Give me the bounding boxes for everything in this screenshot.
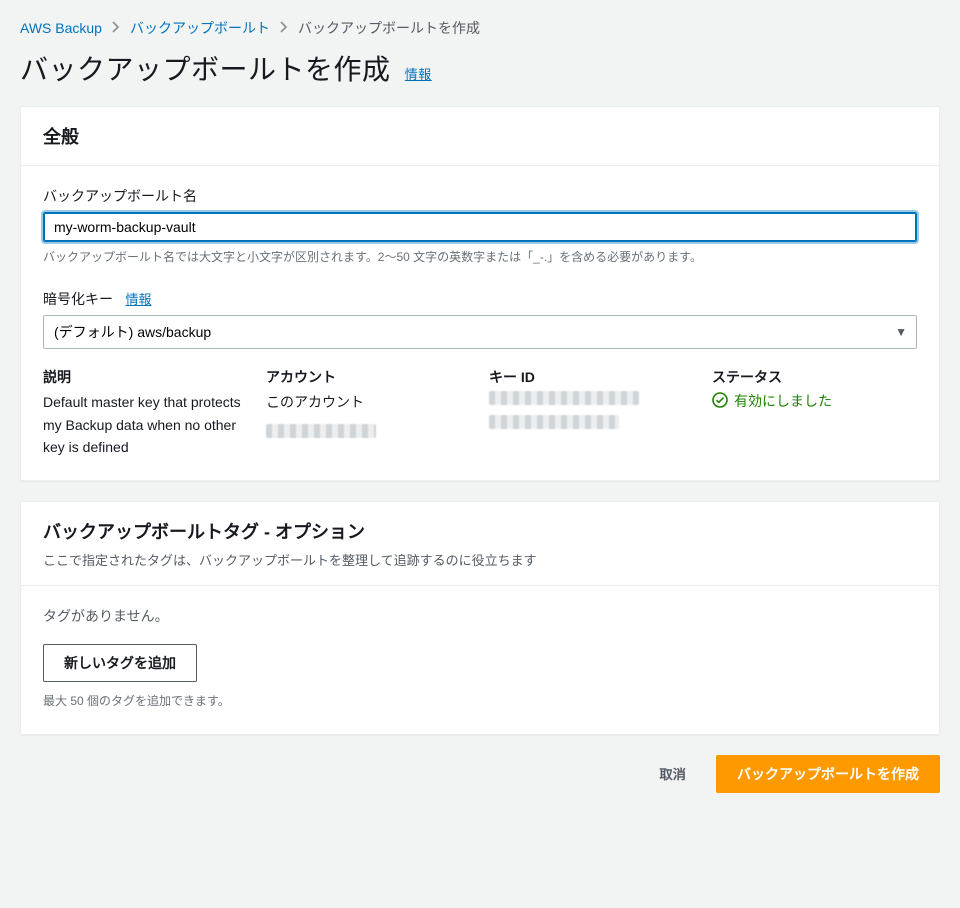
breadcrumb-link-aws-backup[interactable]: AWS Backup	[20, 20, 102, 36]
panel-tags-subtitle: ここで指定されたタグは、バックアップボールトを整理して追跡するのに役立ちます	[43, 550, 917, 569]
encryption-key-info-link[interactable]: 情報	[125, 292, 151, 307]
panel-general-body: バックアップボールト名 バックアップボールト名では大文字と小文字が区別されます。…	[21, 166, 939, 480]
kv-status: ステータス 有効にしました	[712, 367, 917, 458]
tags-limit-help: 最大 50 個のタグを追加できます。	[43, 692, 917, 711]
kv-description-label: 説明	[43, 367, 248, 387]
breadcrumb-current: バックアップボールトを作成	[298, 18, 480, 38]
page-actions: 取消 バックアップボールトを作成	[20, 755, 940, 793]
panel-tags-body: タグがありません。 新しいタグを追加 最大 50 個のタグを追加できます。	[21, 586, 939, 733]
tags-empty-text: タグがありません。	[43, 606, 917, 626]
key-details-grid: 説明 Default master key that protects my B…	[43, 367, 917, 458]
check-circle-icon	[712, 392, 728, 411]
chevron-right-icon	[280, 20, 288, 36]
page-title-text: バックアップボールトを作成	[20, 54, 391, 85]
add-tag-button[interactable]: 新しいタグを追加	[43, 644, 197, 682]
breadcrumb: AWS Backup バックアップボールト バックアップボールトを作成	[20, 18, 940, 38]
vault-name-help: バックアップボールト名では大文字と小文字が区別されます。2～50 文字の英数字ま…	[43, 248, 917, 267]
encryption-key-label: 暗号化キー	[43, 291, 113, 307]
vault-name-input[interactable]	[43, 212, 917, 242]
panel-tags-header: バックアップボールトタグ - オプション ここで指定されたタグは、バックアップボ…	[21, 502, 939, 586]
chevron-right-icon	[112, 20, 120, 36]
panel-general-heading: 全般	[43, 123, 917, 149]
vault-name-label: バックアップボールト名	[43, 186, 917, 206]
cancel-button[interactable]: 取消	[639, 756, 706, 791]
kv-account-redacted	[266, 420, 471, 443]
kv-account: アカウント このアカウント	[266, 367, 471, 458]
panel-general: 全般 バックアップボールト名 バックアップボールト名では大文字と小文字が区別され…	[20, 106, 940, 481]
form-group-vault-name: バックアップボールト名 バックアップボールト名では大文字と小文字が区別されます。…	[43, 186, 917, 267]
panel-general-header: 全般	[21, 107, 939, 166]
breadcrumb-link-vaults[interactable]: バックアップボールト	[130, 18, 270, 38]
page-info-link[interactable]: 情報	[405, 67, 432, 82]
kv-status-label: ステータス	[712, 367, 917, 387]
kv-key-id-value-redacted	[489, 391, 694, 435]
form-group-encryption-key: 暗号化キー 情報 (デフォルト) aws/backup ▼	[43, 289, 917, 349]
kv-key-id: キー ID	[489, 367, 694, 458]
kv-description: 説明 Default master key that protects my B…	[43, 367, 248, 458]
kv-key-id-label: キー ID	[489, 367, 694, 387]
create-vault-button[interactable]: バックアップボールトを作成	[716, 755, 940, 793]
page-title: バックアップボールトを作成 情報	[20, 48, 940, 88]
encryption-key-select[interactable]: (デフォルト) aws/backup	[43, 315, 917, 349]
kv-account-value: このアカウント	[266, 391, 471, 413]
kv-description-value: Default master key that protects my Back…	[43, 391, 248, 458]
kv-status-value: 有効にしました	[712, 391, 917, 411]
panel-tags: バックアップボールトタグ - オプション ここで指定されたタグは、バックアップボ…	[20, 501, 940, 734]
kv-account-label: アカウント	[266, 367, 471, 387]
kv-status-text: 有効にしました	[734, 391, 832, 411]
panel-tags-heading: バックアップボールトタグ - オプション	[43, 518, 917, 544]
